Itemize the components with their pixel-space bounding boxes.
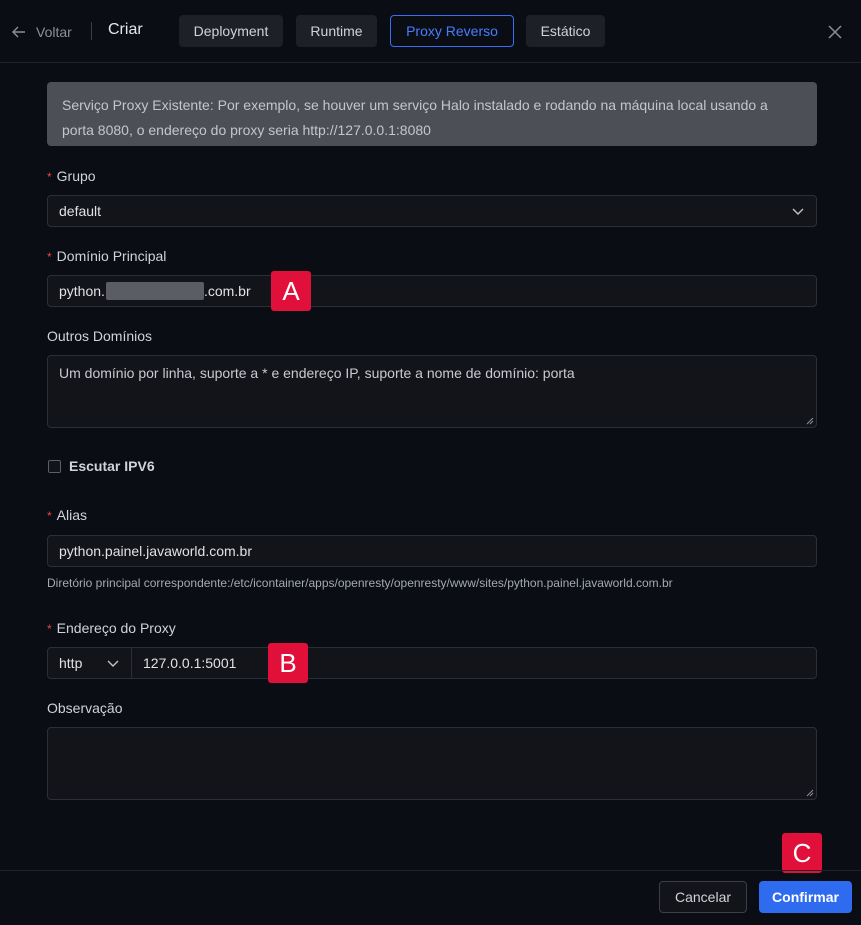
- protocol-select[interactable]: http: [47, 647, 132, 679]
- primary-domain-label: * Domínio Principal: [47, 248, 166, 264]
- proxy-address-label-text: Endereço do Proxy: [56, 620, 176, 636]
- back-label: Voltar: [36, 24, 72, 40]
- primary-domain-prefix: python.: [59, 283, 105, 299]
- ipv6-label: Escutar IPV6: [69, 458, 155, 474]
- note-label: Observação: [47, 700, 123, 716]
- other-domains-placeholder: Um domínio por linha, suporte a * e ende…: [59, 365, 575, 381]
- primary-domain-suffix: .com.br: [203, 283, 251, 299]
- protocol-select-value: http: [59, 655, 83, 671]
- other-domains-label: Outros Domínios: [47, 328, 153, 344]
- page-title: Criar: [108, 21, 143, 38]
- proxy-address-input[interactable]: 127.0.0.1:5001: [131, 647, 817, 679]
- required-mark: *: [47, 170, 52, 184]
- tab-proxy-reverso[interactable]: Proxy Reverso: [390, 15, 514, 47]
- primary-domain-input[interactable]: python. .com.br: [47, 275, 817, 307]
- header-divider: [91, 22, 92, 40]
- group-label: * Grupo: [47, 168, 96, 184]
- arrow-left-icon: [12, 26, 25, 38]
- alias-label-text: Alias: [56, 507, 88, 523]
- required-mark: *: [47, 509, 52, 523]
- info-notice: Serviço Proxy Existente: Por exemplo, se…: [47, 82, 817, 146]
- group-select[interactable]: default: [47, 195, 817, 227]
- group-label-text: Grupo: [56, 168, 96, 184]
- required-mark: *: [47, 622, 52, 636]
- close-icon[interactable]: [827, 24, 843, 40]
- required-mark: *: [47, 250, 52, 264]
- chevron-down-icon: [107, 660, 119, 667]
- chevron-down-icon: [792, 208, 804, 215]
- group-select-value: default: [59, 203, 102, 219]
- resize-handle-icon[interactable]: [806, 789, 814, 797]
- primary-domain-label-text: Domínio Principal: [56, 248, 167, 264]
- redacted-block: [105, 282, 204, 300]
- proxy-address-label: * Endereço do Proxy: [47, 620, 176, 636]
- tab-estatico[interactable]: Estático: [526, 15, 605, 47]
- footer-divider: [0, 870, 861, 871]
- annotation-badge-c: C: [782, 833, 822, 873]
- cancel-button[interactable]: Cancelar: [659, 881, 747, 913]
- annotation-badge-b: B: [268, 643, 308, 683]
- tab-deployment[interactable]: Deployment: [179, 15, 283, 47]
- confirm-button[interactable]: Confirmar: [759, 881, 852, 913]
- back-button[interactable]: Voltar: [12, 22, 72, 42]
- alias-input[interactable]: python.painel.javaworld.com.br: [47, 535, 817, 567]
- alias-hint: Diretório principal correspondente:/etc/…: [47, 576, 673, 590]
- annotation-badge-a: A: [271, 271, 311, 311]
- other-domains-textarea[interactable]: Um domínio por linha, suporte a * e ende…: [47, 355, 817, 428]
- drawer-header: Voltar Criar Deployment Runtime Proxy Re…: [0, 0, 861, 63]
- alias-label: * Alias: [47, 507, 87, 523]
- tab-runtime[interactable]: Runtime: [296, 15, 377, 47]
- ipv6-checkbox[interactable]: [48, 460, 61, 473]
- note-textarea[interactable]: [47, 727, 817, 800]
- resize-handle-icon[interactable]: [806, 417, 814, 425]
